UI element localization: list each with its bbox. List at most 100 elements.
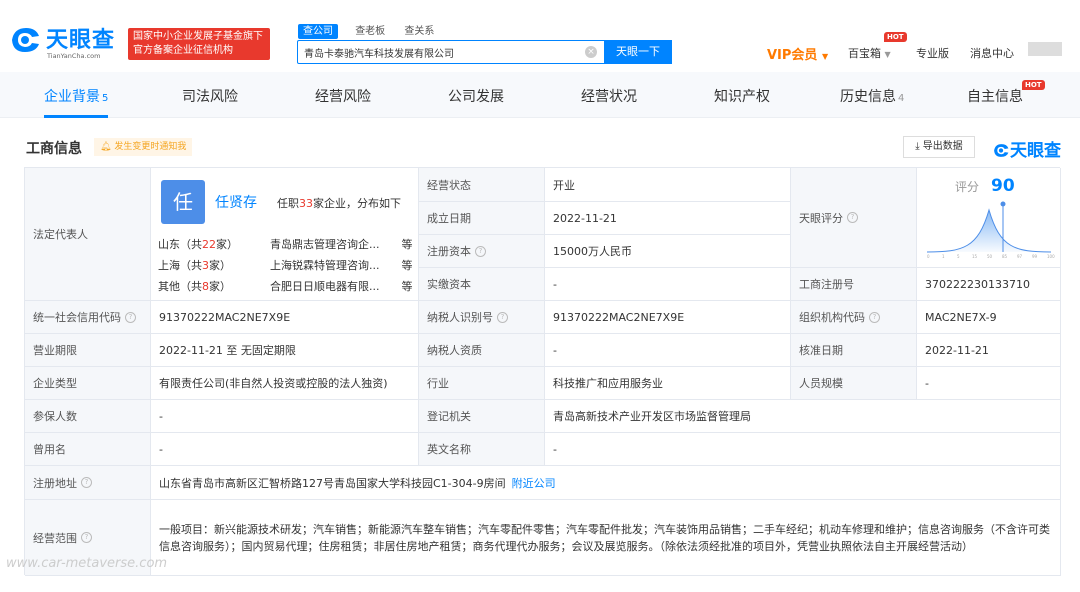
org-code-value: MAC2NE7X-9 <box>917 301 1061 334</box>
distribution-curve <box>927 210 1051 252</box>
download-icon: ⤓ <box>915 141 920 152</box>
export-data-button[interactable]: ⤓ 导出数据 <box>903 136 975 158</box>
reg-no-value: 370222230133710 <box>917 268 1061 301</box>
section-title: 工商信息 <box>26 141 82 157</box>
tab-intellectual-property[interactable]: 知识产权 <box>714 86 770 106</box>
approve-date-value: 2022-11-21 <box>917 334 1061 367</box>
vip-menu[interactable]: VIP会员 ▼ <box>767 44 828 63</box>
address-label: 注册地址? <box>25 466 151 500</box>
legal-rep-summary: 任职33家企业，分布如下 <box>277 195 401 211</box>
export-label: 导出数据 <box>922 141 963 152</box>
tab-company-development[interactable]: 公司发展 <box>448 86 504 106</box>
tick-label: 50 <box>987 254 993 259</box>
tab-count: 5 <box>102 93 109 104</box>
legal-rep-region-row[interactable]: 山东（共22家） 青岛鼎志管理咨询企... 等 <box>158 236 413 252</box>
score-label: 天眼评分? <box>791 168 917 268</box>
tab-business-risk[interactable]: 经营风险 <box>315 86 371 106</box>
bell-icon: 🔔︎ <box>100 142 112 152</box>
region-more: 等 <box>401 238 413 251</box>
region-suffix: 家） <box>209 259 231 272</box>
hot-badge: HOT <box>1022 80 1045 90</box>
tab-legal-risk[interactable]: 司法风险 <box>182 86 238 106</box>
user-avatar[interactable] <box>1028 42 1062 56</box>
business-info-table: 法定代表人 任 任贤存 任职33家企业，分布如下 山东（共22家） 青岛鼎志管理咨… <box>24 167 1061 576</box>
baibao-label: 百宝箱 <box>848 47 881 60</box>
legal-rep-region-row[interactable]: 上海（共3家） 上海锐霖特管理咨询... 等 <box>158 257 413 273</box>
help-icon[interactable]: ? <box>497 311 508 323</box>
baibao-menu[interactable]: 百宝箱 ▼ <box>848 45 891 61</box>
tick-label: 100 <box>1047 254 1055 259</box>
term-value: 2022-11-21 至 无固定期限 <box>151 334 419 367</box>
former-name-label: 曾用名 <box>25 433 151 466</box>
status-label: 经营状态 <box>419 168 545 202</box>
help-icon[interactable]: ? <box>81 532 92 543</box>
tax-id-label: 纳税人识别号? <box>419 301 545 334</box>
tax-id-value: 91370222MAC2NE7X9E <box>545 301 791 334</box>
former-name-value: - <box>151 433 419 466</box>
region-more: 等 <box>401 259 413 272</box>
staff-size-label: 人员规模 <box>791 367 917 400</box>
tab-company-background[interactable]: 企业背景 5 <box>44 86 108 106</box>
capital-label-text: 注册资本 <box>427 245 471 258</box>
help-icon[interactable]: ? <box>847 212 858 223</box>
company-type-label: 企业类型 <box>25 367 151 400</box>
tick-label: 1 <box>942 254 945 259</box>
tab-label: 自主信息 <box>967 89 1023 105</box>
address-value: 山东省青岛市高新区汇智桥路127号青岛国家大学科技园C1-304-9房间 <box>159 476 506 490</box>
scope-value: 一般项目：新兴能源技术研发；汽车销售；新能源汽车整车销售；汽车零配件零售；汽车零… <box>151 500 1061 576</box>
eye-logo-icon <box>994 144 1009 157</box>
tab-label: 公司发展 <box>448 89 504 105</box>
summary-prefix: 任职 <box>277 197 299 210</box>
summary-suffix: 家企业，分布如下 <box>313 197 401 210</box>
help-icon[interactable]: ? <box>475 245 486 257</box>
term-label: 营业期限 <box>25 334 151 367</box>
vip-label: VIP会员 <box>767 48 818 63</box>
message-center-link[interactable]: 消息中心 <box>970 45 1014 61</box>
address-cell: 山东省青岛市高新区汇智桥路127号青岛国家大学科技园C1-304-9房间 附近公司 <box>151 466 1061 500</box>
search-button[interactable]: 天眼一下 <box>604 39 672 64</box>
tab-search-boss[interactable]: 查老板 <box>353 24 387 39</box>
legal-rep-region-row[interactable]: 其他（共8家） 合肥日日顺电器有限... 等 <box>158 278 413 294</box>
clear-icon[interactable]: × <box>585 46 597 58</box>
company-type-value: 有限责任公司(非自然人投资或控股的法人独资) <box>151 367 419 400</box>
logo-title: 天眼查 <box>46 28 116 53</box>
pro-version-link[interactable]: 专业版 <box>916 45 949 61</box>
help-icon[interactable]: ? <box>81 477 92 488</box>
brand-label: 天眼查 <box>1010 141 1061 161</box>
tick-label: 15 <box>972 254 978 259</box>
tab-history[interactable]: 历史信息 4 <box>840 86 904 106</box>
tab-operation-status[interactable]: 经营状况 <box>581 86 637 106</box>
help-icon[interactable]: ? <box>125 311 136 323</box>
staff-size-value: - <box>917 367 1061 400</box>
summary-count: 33 <box>299 197 313 210</box>
tab-label: 历史信息 <box>840 89 896 105</box>
nearby-companies-link[interactable]: 附近公司 <box>512 475 556 491</box>
help-icon[interactable]: ? <box>869 311 880 323</box>
tab-label: 知识产权 <box>714 89 770 105</box>
logo-subtitle: TianYanCha.com <box>47 52 101 60</box>
tax-qualification-value: - <box>545 334 791 367</box>
change-notify-button[interactable]: 🔔︎ 发生变更时通知我 <box>94 138 193 156</box>
tab-count: 4 <box>898 93 905 104</box>
tab-label: 经营风险 <box>315 89 371 105</box>
tab-search-relation[interactable]: 查关系 <box>402 24 436 39</box>
search-input[interactable] <box>304 44 574 60</box>
region-company: 上海锐霖特管理咨询... <box>270 259 380 272</box>
official-badge: 国家中小企业发展子基金旗下 官方备案企业征信机构 <box>128 28 270 60</box>
active-tab-indicator <box>44 115 108 118</box>
tianyancha-logo[interactable]: 天眼查 TianYanCha.com <box>8 20 120 64</box>
legal-rep-avatar[interactable]: 任 <box>161 180 205 224</box>
badge-line-2: 官方备案企业征信机构 <box>133 45 233 56</box>
tick-label: 5 <box>957 254 960 259</box>
insured-label: 参保人数 <box>25 400 151 433</box>
legal-rep-name[interactable]: 任贤存 <box>215 192 257 212</box>
tab-label: 企业背景 <box>44 89 100 105</box>
notify-label: 发生变更时通知我 <box>114 142 187 152</box>
chevron-down-icon: ▼ <box>821 52 829 61</box>
tab-search-company[interactable]: 查公司 <box>298 24 338 39</box>
tab-self-info[interactable]: 自主信息 <box>967 86 1023 106</box>
region-count: 8 <box>202 280 209 293</box>
scope-label-text: 经营范围 <box>33 531 77 545</box>
credit-label-text: 统一社会信用代码 <box>33 311 121 324</box>
credit-code-label: 统一社会信用代码? <box>25 301 151 334</box>
